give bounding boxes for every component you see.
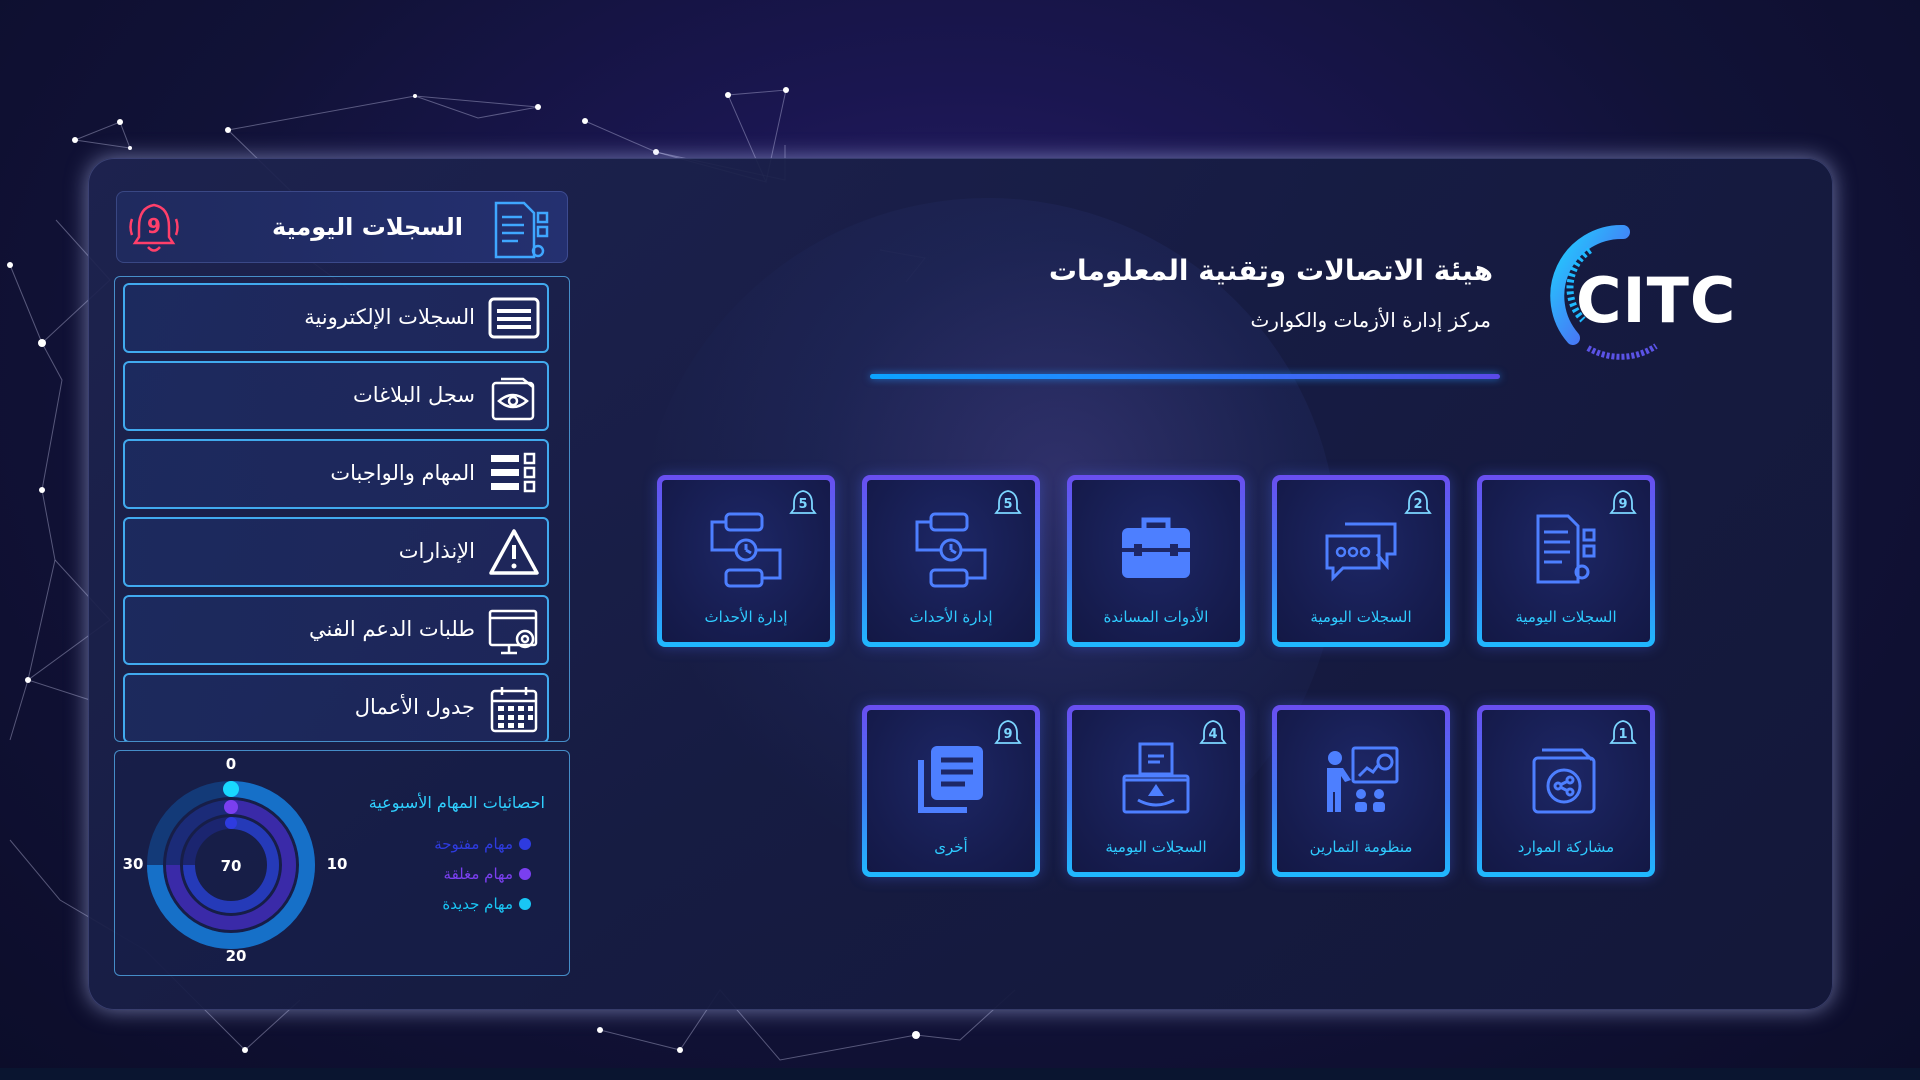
sidebar-item-label: المهام والواجبات — [330, 461, 475, 485]
event-flow-icon — [710, 512, 782, 588]
tile-event-management-1[interactable]: 5 إدارة الأحداث — [862, 475, 1040, 647]
tile-badge-number: 9 — [1618, 497, 1627, 512]
legend-dot — [519, 868, 531, 880]
chart-tick-bottom: 20 — [226, 947, 247, 965]
chart-tick-right: 10 — [327, 855, 348, 873]
warning-icon — [489, 529, 539, 575]
brand-subtitle: مركز إدارة الأزمات والكوارث — [1250, 308, 1491, 332]
sidebar-item-label: سجل البلاغات — [353, 383, 475, 407]
tile-daily-records-ballot[interactable]: 4 السجلات اليومية — [1067, 705, 1245, 877]
sidebar-item-label: الإنذارات — [398, 539, 475, 563]
tile-exercises-system[interactable]: منظومة التمارين — [1272, 705, 1450, 877]
chart-tick-top: 0 — [226, 755, 236, 773]
sidebar-item-agenda[interactable]: جدول الأعمال — [123, 673, 549, 741]
bell-badge-icon: 9 — [1609, 490, 1637, 514]
legend-label: مهام مغلقة — [443, 865, 513, 883]
legend-new-tasks: مهام جديدة — [442, 895, 531, 913]
tile-resource-sharing[interactable]: 1 مشاركة الموارد — [1477, 705, 1655, 877]
legend-label: مهام مفتوحة — [434, 835, 513, 853]
tile-daily-records[interactable]: 9 السجلات اليومية — [1477, 475, 1655, 647]
event-flow-icon — [915, 512, 987, 588]
folder-eye-icon — [491, 377, 535, 421]
tile-daily-records-chat[interactable]: 2 السجلات اليومية — [1272, 475, 1450, 647]
presentation-icon — [1327, 746, 1399, 812]
bell-icon: 9 — [129, 203, 179, 252]
tile-label: السجلات اليومية — [1515, 608, 1617, 626]
bell-badge-icon: 5 — [789, 490, 817, 514]
bell-badge-number: 9 — [147, 214, 161, 238]
brand-title: هيئة الاتصالات وتقنية المعلومات — [1048, 254, 1493, 287]
main-panel: هيئة الاتصالات وتقنية المعلومات مركز إدا… — [88, 158, 1833, 1010]
stats-title: احصائيات المهام الأسبوعية — [368, 793, 545, 812]
document-settings-icon — [1536, 514, 1596, 584]
chart-tick-left: 30 — [123, 855, 144, 873]
tile-badge-number: 9 — [1003, 727, 1012, 742]
bell-badge-icon: 5 — [994, 490, 1022, 514]
tile-badge-number: 2 — [1413, 497, 1422, 512]
chart-center-value: 70 — [221, 857, 242, 875]
tile-other[interactable]: 9 أخرى — [862, 705, 1040, 877]
sidebar-item-label: السجلات الإلكترونية — [304, 305, 475, 329]
sidebar-item-alerts[interactable]: الإنذارات — [123, 517, 549, 587]
sidebar-item-tasks[interactable]: المهام والواجبات — [123, 439, 549, 509]
tile-support-tools[interactable]: الأدوات المساندة — [1067, 475, 1245, 647]
tile-label: الأدوات المساندة — [1103, 608, 1209, 626]
sidebar-header[interactable]: 9 السجلات اليومية — [116, 191, 568, 263]
screen-gear-icon — [488, 609, 538, 655]
monitor-list-icon — [488, 297, 540, 339]
tile-label: أخرى — [934, 838, 968, 856]
tile-label: السجلات اليومية — [1310, 608, 1412, 626]
legend-label: مهام جديدة — [442, 895, 513, 913]
sidebar-header-title: السجلات اليومية — [272, 213, 463, 241]
sidebar-item-electronic-records[interactable]: السجلات الإلكترونية — [123, 283, 549, 353]
documents-stack-icon — [918, 746, 983, 813]
legend-dot — [519, 838, 531, 850]
sidebar-item-support-requests[interactable]: طلبات الدعم الفني — [123, 595, 549, 665]
bell-badge-icon: 2 — [1404, 490, 1432, 514]
calendar-icon — [490, 687, 538, 733]
sidebar-item-reports-log[interactable]: سجل البلاغات — [123, 361, 549, 431]
bell-badge-icon: 1 — [1609, 720, 1637, 744]
sidebar-menu: السجلات الإلكترونية سجل البلاغات المهام … — [114, 276, 570, 742]
tile-label: مشاركة الموارد — [1517, 838, 1615, 856]
weekly-stats-panel: 0 10 20 30 70 احصائيات المهام الأسبوعية … — [114, 750, 570, 976]
checklist-icon — [491, 452, 536, 493]
brand-divider — [870, 374, 1500, 379]
chat-bubbles-icon — [1325, 522, 1397, 582]
bell-badge-icon: 4 — [1199, 720, 1227, 744]
tile-badge-number: 4 — [1208, 727, 1217, 742]
tile-label: منظومة التمارين — [1309, 838, 1413, 856]
sidebar-item-label: جدول الأعمال — [354, 695, 475, 719]
tile-label: إدارة الأحداث — [909, 608, 993, 626]
logo-text: CITC — [1576, 264, 1737, 337]
legend-closed-tasks: مهام مغلقة — [444, 865, 531, 883]
legend-open-tasks: مهام مفتوحة — [434, 835, 531, 853]
tile-label: السجلات اليومية — [1105, 838, 1207, 856]
tile-badge-number: 5 — [1003, 497, 1012, 512]
share-folder-icon — [1532, 748, 1596, 814]
tile-badge-number: 1 — [1618, 727, 1627, 742]
ballot-box-icon — [1122, 742, 1190, 814]
tile-event-management-2[interactable]: 5 إدارة الأحداث — [657, 475, 835, 647]
tile-label: إدارة الأحداث — [704, 608, 788, 626]
weekly-stats-chart: 0 10 20 30 70 — [123, 755, 348, 965]
legend-dot — [519, 898, 531, 910]
bottom-bar — [0, 1068, 1920, 1080]
sidebar-item-label: طلبات الدعم الفني — [309, 617, 475, 641]
toolbox-icon — [1122, 517, 1190, 578]
document-settings-icon — [494, 201, 549, 259]
tile-badge-number: 5 — [798, 497, 807, 512]
bell-badge-icon: 9 — [994, 720, 1022, 744]
